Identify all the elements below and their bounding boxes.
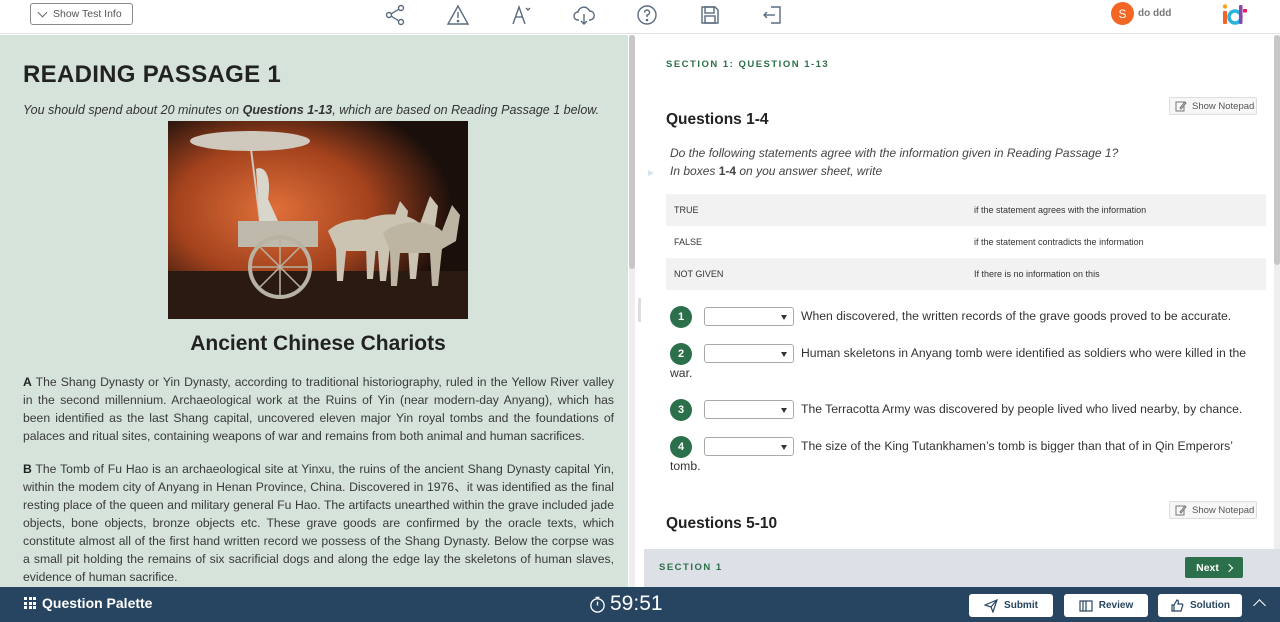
show-notepad-button[interactable]: Show Notepad <box>1169 97 1257 115</box>
question-2: 2 Human skeletons in Anyang tomb were id… <box>670 343 1260 383</box>
next-button[interactable]: Next <box>1185 557 1243 578</box>
questions-panel: SECTION 1: QUESTION 1-13 Show Notepad Qu… <box>644 35 1274 549</box>
exit-icon[interactable] <box>761 3 785 27</box>
key-row: NOT GIVEN If there is no information on t… <box>666 258 1266 290</box>
chevron-up-icon[interactable] <box>1253 599 1266 612</box>
instruction-line-2: In boxes 1-4 on you answer sheet, write <box>670 164 883 178</box>
question-4: 4 The size of the King Tutankhamen’s tom… <box>670 436 1260 476</box>
section-label: SECTION 1 <box>659 562 723 573</box>
question-number-badge: 3 <box>670 399 692 421</box>
solution-button[interactable]: Solution <box>1158 594 1242 617</box>
section-question-label: SECTION 1: QUESTION 1-13 <box>666 59 830 70</box>
submit-label: Submit <box>1004 600 1038 611</box>
reading-passage-panel: READING PASSAGE 1 You should spend about… <box>0 35 628 587</box>
submit-button[interactable]: Submit <box>969 594 1053 617</box>
answer-select-2[interactable] <box>704 344 794 363</box>
chevron-right-icon <box>1224 563 1234 572</box>
bottom-bar: Question Palette 59:51 Submit Review Sol… <box>0 587 1280 622</box>
question-number-badge: 1 <box>670 306 692 328</box>
answer-select-4[interactable] <box>704 437 794 456</box>
paragraph-b: B The Tomb of Fu Hao is an archaeologica… <box>23 462 614 584</box>
user-avatar[interactable]: S <box>1111 2 1134 25</box>
notepad-icon <box>1175 505 1187 516</box>
questions-scrollbar[interactable] <box>1274 35 1280 549</box>
key-row: TRUE if the statement agrees with the inf… <box>666 194 1266 226</box>
warning-icon[interactable] <box>446 3 470 27</box>
book-icon <box>1079 599 1093 612</box>
questions-5-10-title: Questions 5-10 <box>666 515 778 532</box>
key-row: FALSE if the statement contradicts the in… <box>666 226 1266 258</box>
passage-scrollbar[interactable] <box>629 35 635 587</box>
review-button[interactable]: Review <box>1064 594 1148 617</box>
chariot-photo <box>168 121 468 319</box>
show-test-info-label: Show Test Info <box>53 8 122 20</box>
question-3: 3 The Terracotta Army was discovered by … <box>670 399 1260 421</box>
answer-select-1[interactable] <box>704 307 794 326</box>
grid-icon <box>24 597 36 609</box>
font-size-icon[interactable] <box>509 3 533 27</box>
save-icon[interactable] <box>698 3 722 27</box>
question-number-badge: 2 <box>670 343 692 365</box>
section-navigation-bar: SECTION 1 Next <box>644 549 1280 587</box>
questions-1-4-title: Questions 1-4 <box>666 111 769 128</box>
thumbs-up-icon <box>1171 598 1184 612</box>
notepad-icon <box>1175 101 1187 112</box>
brand-logo <box>1221 2 1249 26</box>
paragraph-a: A The Shang Dynasty or Yin Dynasty, acco… <box>23 375 614 443</box>
show-notepad-button-2[interactable]: Show Notepad <box>1169 501 1257 519</box>
answer-key-table: TRUE if the statement agrees with the inf… <box>666 194 1266 290</box>
instruction-line-1: Do the following statements agree with t… <box>670 146 1119 160</box>
question-palette-button[interactable]: Question Palette <box>24 595 152 611</box>
solution-label: Solution <box>1190 600 1230 611</box>
show-notepad-label: Show Notepad <box>1192 100 1255 112</box>
key-term: NOT GIVEN <box>666 258 974 290</box>
passage-title: READING PASSAGE 1 <box>23 61 282 88</box>
show-test-info-button[interactable]: Show Test Info <box>30 3 133 25</box>
clock-icon <box>590 596 605 613</box>
send-icon <box>984 598 999 613</box>
key-definition: If there is no information on this <box>974 258 1266 290</box>
question-palette-label: Question Palette <box>42 595 153 611</box>
panel-resize-handle[interactable] <box>636 35 644 587</box>
resize-grip[interactable] <box>638 298 641 322</box>
key-term: TRUE <box>666 194 974 226</box>
top-toolbar: Show Test Info S do ddd <box>0 0 1280 34</box>
countdown-timer: 59:51 <box>589 592 663 616</box>
collapse-arrow-icon[interactable]: ► <box>646 168 662 182</box>
show-notepad-label: Show Notepad <box>1192 504 1255 516</box>
passage-intro: You should spend about 20 minutes on Que… <box>23 103 600 117</box>
question-number-badge: 4 <box>670 436 692 458</box>
next-label: Next <box>1196 561 1219 574</box>
passage-heading: Ancient Chinese Chariots <box>190 332 446 355</box>
scrollbar-thumb[interactable] <box>1274 35 1280 265</box>
question-1: 1 When discovered, the written records o… <box>670 306 1260 328</box>
review-label: Review <box>1098 600 1134 611</box>
answer-select-3[interactable] <box>704 400 794 419</box>
scrollbar-thumb[interactable] <box>629 35 635 269</box>
user-name[interactable]: do ddd <box>1138 8 1171 19</box>
help-icon[interactable] <box>635 3 659 27</box>
key-term: FALSE <box>674 237 703 247</box>
share-icon[interactable] <box>383 3 407 27</box>
download-icon[interactable] <box>572 3 596 27</box>
timer-value: 59:51 <box>610 592 663 615</box>
key-definition: if the statement agrees with the informa… <box>974 194 1266 226</box>
chevron-down-icon <box>37 7 48 18</box>
key-definition: if the statement contradicts the informa… <box>974 237 1144 247</box>
